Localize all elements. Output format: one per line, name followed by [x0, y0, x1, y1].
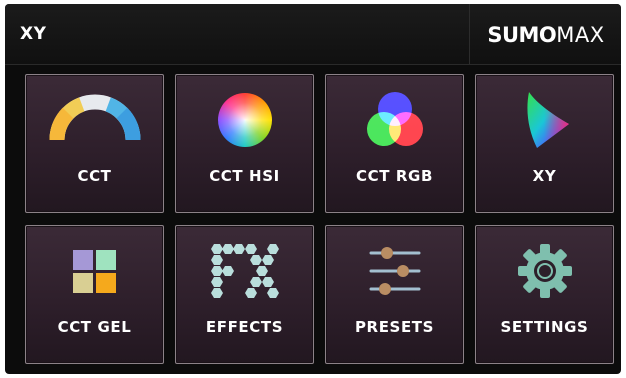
page-title: XY: [20, 24, 47, 44]
brand-logo-bold: SUMO: [487, 23, 557, 47]
xy-button[interactable]: XY: [475, 74, 614, 213]
sliders-icon: [326, 240, 463, 302]
tile-label: SETTINGS: [500, 318, 589, 336]
brand-logo: SUMOMAX: [471, 4, 621, 64]
brand-logo-light: MAX: [556, 23, 605, 47]
fx-hexagons-icon: [176, 240, 313, 302]
device-screen: XY SUMOMAX CCT CCT HSI CCT RGB XY CCT GE…: [5, 4, 621, 374]
settings-button[interactable]: SETTINGS: [475, 225, 614, 364]
effects-button[interactable]: EFFECTS: [175, 225, 314, 364]
tile-label: CCT: [77, 167, 112, 185]
top-bar-divider: [469, 4, 470, 64]
cct-rgb-button[interactable]: CCT RGB: [325, 74, 464, 213]
mode-grid: CCT CCT HSI CCT RGB XY CCT GEL EFFECTS P…: [5, 64, 621, 374]
tile-label: PRESETS: [354, 318, 435, 336]
cct-arc-icon: [26, 89, 163, 151]
gel-swatches-icon: [26, 240, 163, 302]
gear-icon: [476, 240, 613, 302]
cct-button[interactable]: CCT: [25, 74, 164, 213]
tile-label: CCT RGB: [356, 167, 433, 185]
color-gamut-triangle-icon: [476, 89, 613, 151]
presets-button[interactable]: PRESETS: [325, 225, 464, 364]
tile-label: XY: [532, 167, 557, 185]
tile-label: EFFECTS: [205, 318, 284, 336]
color-wheel-icon: [176, 89, 313, 151]
top-bar: XY SUMOMAX: [5, 4, 621, 65]
cct-hsi-button[interactable]: CCT HSI: [175, 74, 314, 213]
tile-label: CCT HSI: [209, 167, 280, 185]
cct-gel-button[interactable]: CCT GEL: [25, 225, 164, 364]
tile-label: CCT GEL: [57, 318, 132, 336]
rgb-circles-icon: [326, 89, 463, 151]
